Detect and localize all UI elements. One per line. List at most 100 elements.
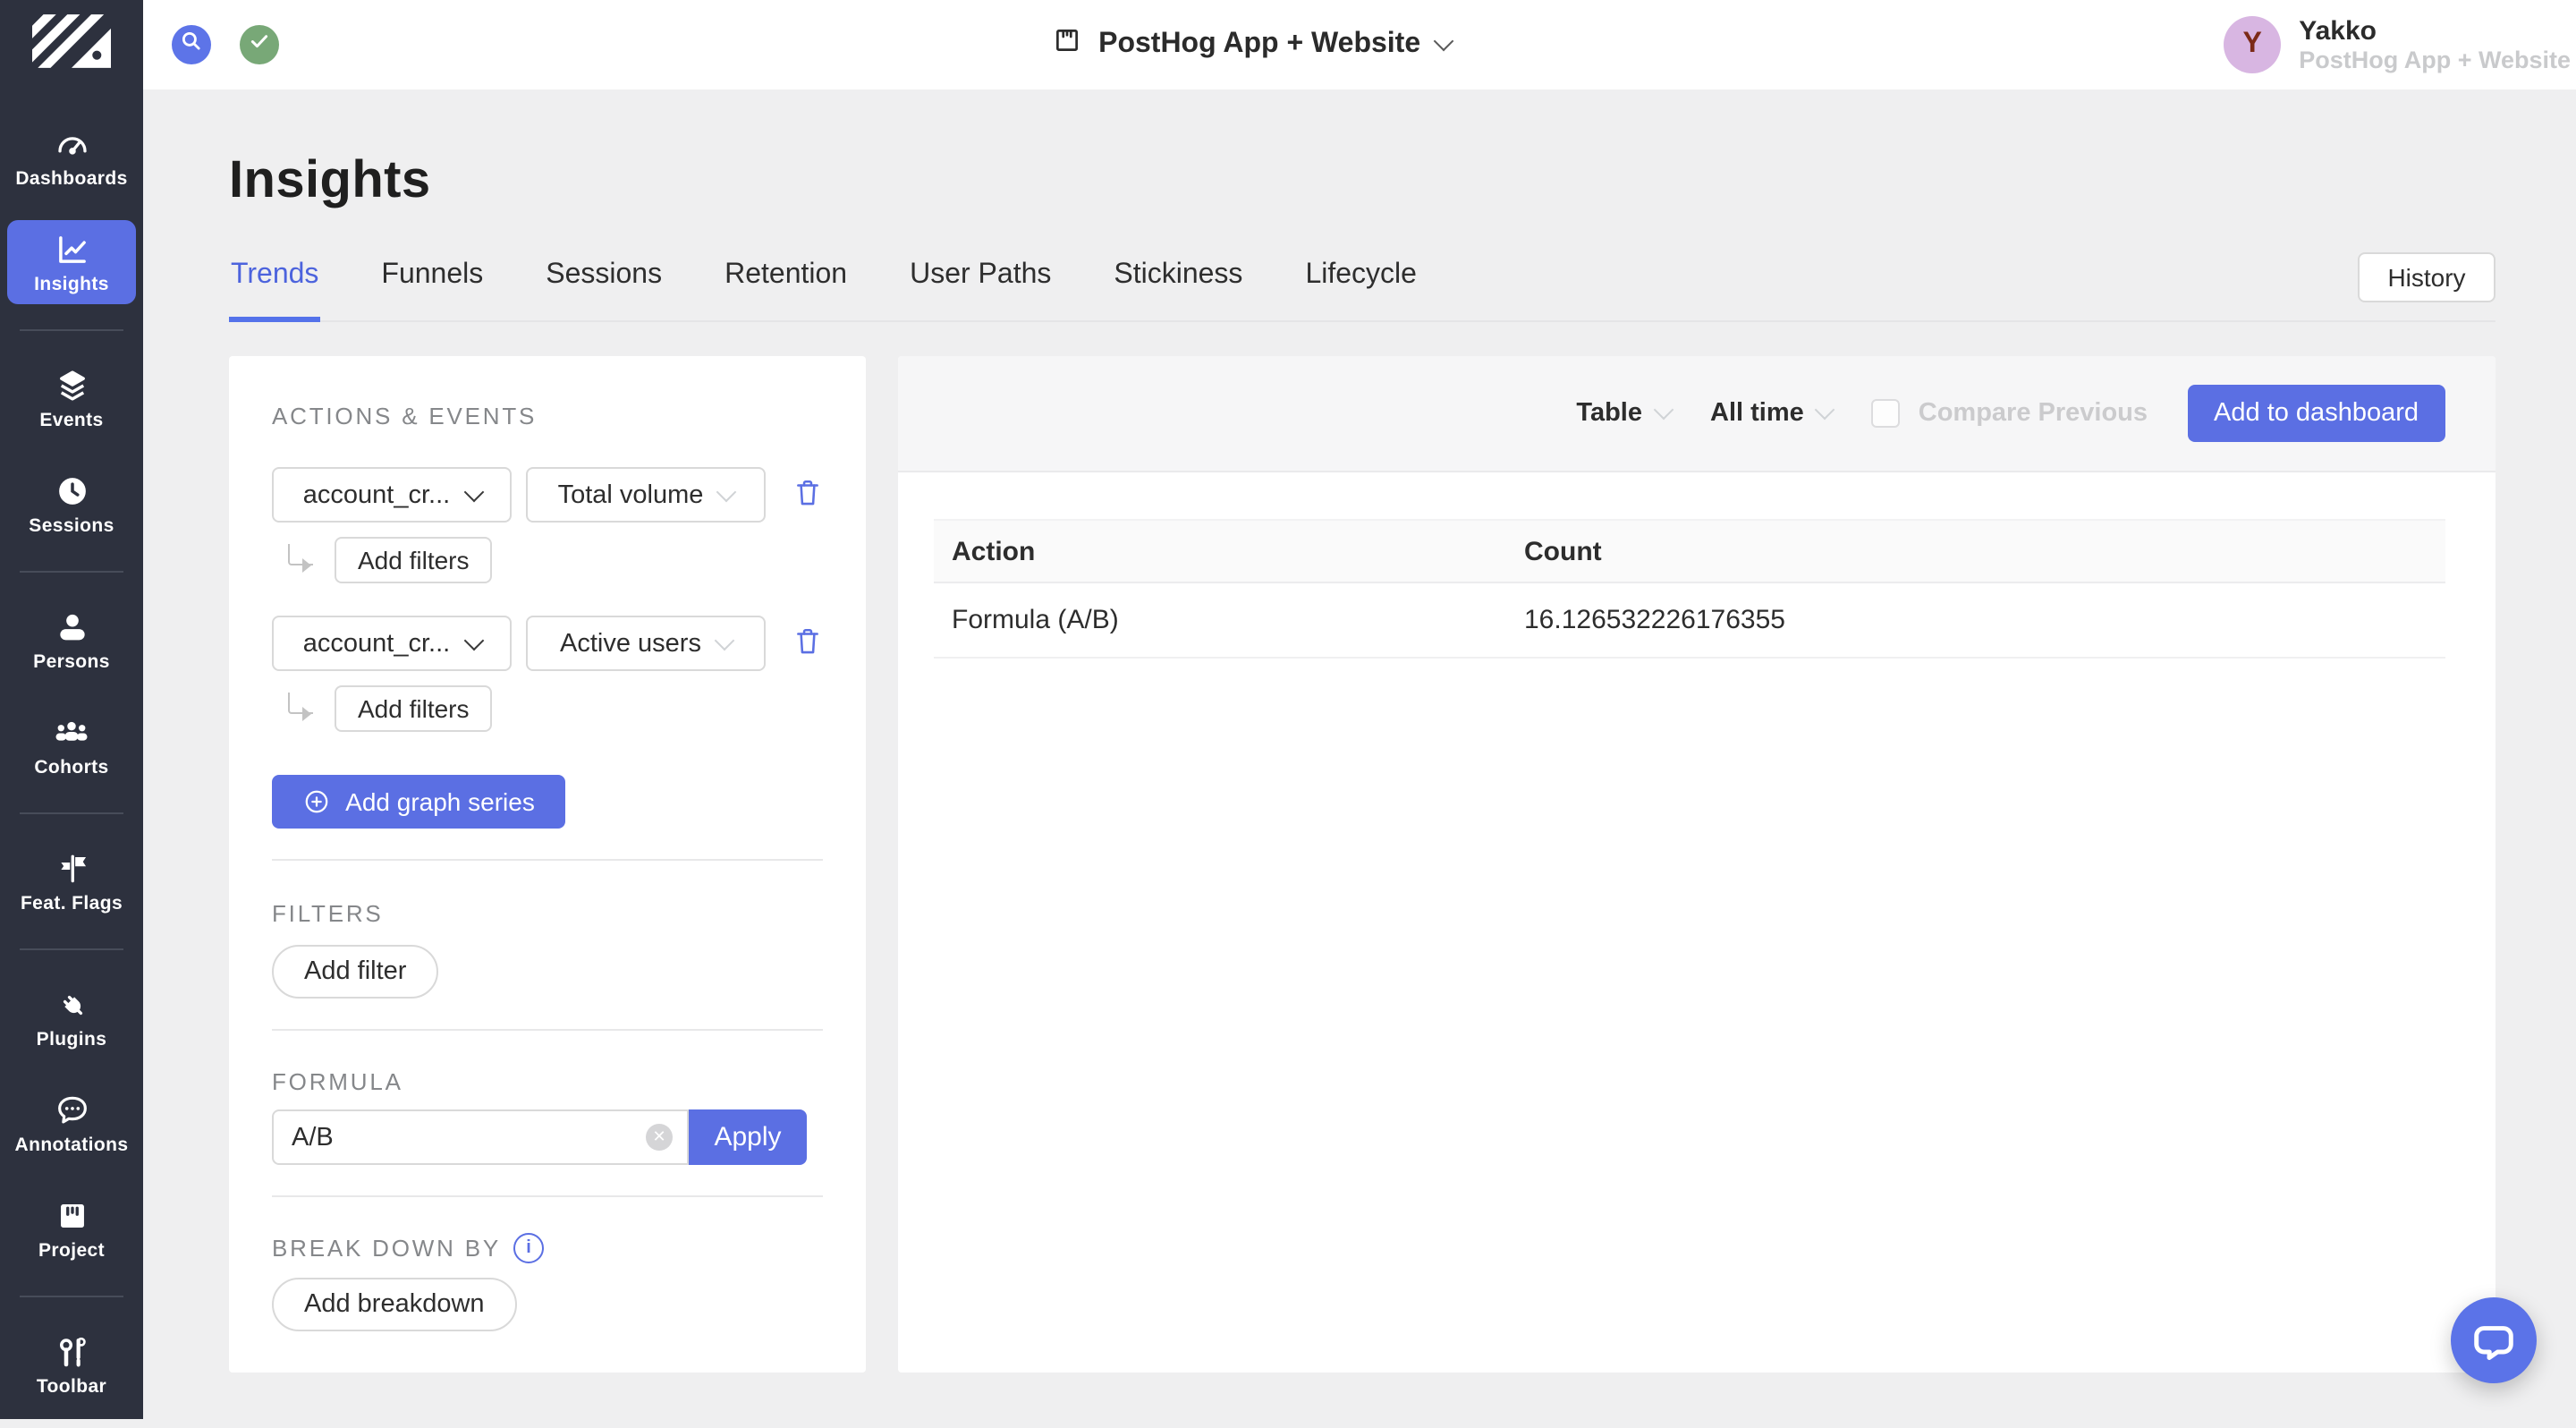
cohorts-icon — [52, 714, 91, 752]
math-select-1-value: Total volume — [558, 480, 704, 509]
sidebar-item-label: Cohorts — [34, 757, 108, 778]
add-filters-button-2[interactable]: Add filters — [335, 685, 493, 732]
posthog-logo[interactable] — [0, 0, 143, 89]
event-select-2[interactable]: account_cr... — [272, 616, 512, 671]
add-graph-series-button[interactable]: Add graph series — [272, 775, 565, 829]
add-to-dashboard-button[interactable]: Add to dashboard — [2187, 385, 2445, 442]
formula-title: FORMULA — [272, 1068, 823, 1095]
sidebar-item-label: Annotations — [15, 1135, 129, 1156]
results-body: Action Count Formula (A/B) 16.1265322261… — [898, 472, 2496, 659]
results-panel: Table All time Compare Previous Add to d… — [898, 356, 2496, 1373]
sidebar-item-events[interactable]: Events — [7, 356, 136, 440]
plus-circle-icon — [302, 787, 331, 816]
add-breakdown-button[interactable]: Add breakdown — [272, 1278, 517, 1331]
sidebar-divider — [20, 571, 123, 573]
math-select-1[interactable]: Total volume — [526, 467, 766, 523]
topbar-left — [143, 25, 279, 64]
sidebar-item-plugins[interactable]: Plugins — [7, 975, 136, 1059]
sidebar-item-persons[interactable]: Persons — [7, 598, 136, 682]
series-row-1: account_cr... Total volume — [272, 467, 823, 523]
series-2-filters: Add filters — [272, 685, 823, 732]
user-menu[interactable]: Y Yakko PostHog App + Website — [2224, 15, 2576, 74]
sidebar-item-insights[interactable]: Insights — [7, 220, 136, 304]
view-type-select[interactable]: Table — [1576, 399, 1671, 428]
results-toolbar: Table All time Compare Previous Add to d… — [898, 356, 2496, 472]
delete-series-1-button[interactable] — [792, 475, 823, 514]
persons-icon — [53, 608, 90, 646]
posthog-hedgehog-icon — [32, 13, 111, 76]
sidebar-item-annotations[interactable]: Annotations — [7, 1081, 136, 1165]
insight-body: ACTIONS & EVENTS account_cr... Total vol… — [229, 356, 2496, 1373]
page-title: Insights — [229, 150, 2496, 211]
tab-lifecycle[interactable]: Lifecycle — [1303, 258, 1419, 320]
sidebar-item-label: Plugins — [37, 1029, 107, 1050]
breakdown-title: BREAK DOWN BY — [272, 1235, 501, 1262]
chevron-down-icon — [715, 630, 735, 650]
chat-launcher-button[interactable] — [2451, 1297, 2537, 1383]
checkmark-icon — [247, 28, 272, 62]
divider — [272, 859, 823, 861]
project-icon — [53, 1197, 90, 1235]
filters-title: FILTERS — [272, 900, 823, 927]
date-range-value: All time — [1710, 399, 1804, 428]
chat-bubble-icon — [2470, 1317, 2517, 1364]
tab-user-paths[interactable]: User Paths — [908, 258, 1053, 320]
user-info: Yakko PostHog App + Website — [2299, 15, 2571, 74]
chevron-down-icon — [1815, 400, 1835, 421]
project-switcher-label: PostHog App + Website — [1098, 29, 1420, 61]
chevron-down-icon — [463, 630, 484, 650]
tab-trends[interactable]: Trends — [229, 258, 320, 322]
tab-funnels[interactable]: Funnels — [379, 258, 485, 320]
sidebar-item-project[interactable]: Project — [7, 1186, 136, 1271]
sidebar-item-cohorts[interactable]: Cohorts — [7, 703, 136, 787]
delete-series-2-button[interactable] — [792, 624, 823, 663]
tab-retention[interactable]: Retention — [723, 258, 849, 320]
compare-previous-checkbox[interactable] — [1872, 399, 1901, 428]
divider — [272, 1029, 823, 1031]
topbar: PostHog App + Website Y Yakko PostHog Ap… — [143, 0, 2576, 89]
sidebar-item-label: Persons — [33, 651, 110, 673]
math-select-2[interactable]: Active users — [526, 616, 766, 671]
formula-row: ✕ Apply — [272, 1109, 823, 1165]
date-range-select[interactable]: All time — [1710, 399, 1833, 428]
series-row-2: account_cr... Active users — [272, 616, 823, 671]
trash-icon — [792, 624, 823, 663]
search-button[interactable] — [172, 25, 211, 64]
formula-input[interactable] — [274, 1111, 687, 1163]
sessions-icon — [53, 472, 90, 510]
sidebar-item-toolbar[interactable]: Toolbar — [7, 1322, 136, 1407]
main-content: Insights History Trends Funnels Sessions… — [143, 89, 2576, 1419]
user-name: Yakko — [2299, 15, 2571, 46]
project-icon — [1052, 25, 1082, 64]
add-filters-button-1[interactable]: Add filters — [335, 537, 493, 583]
table-cell-action: Formula (A/B) — [934, 582, 1506, 658]
event-select-1[interactable]: account_cr... — [272, 467, 512, 523]
event-select-1-value: account_cr... — [303, 480, 450, 509]
info-icon[interactable]: i — [513, 1233, 544, 1263]
actions-events-title: ACTIONS & EVENTS — [272, 403, 823, 429]
sidebar: Dashboards Insights Events — [0, 0, 143, 1419]
topbar-center: PostHog App + Website — [279, 25, 2224, 64]
tab-stickiness[interactable]: Stickiness — [1112, 258, 1244, 320]
sidebar-item-label: Insights — [34, 274, 109, 295]
project-switcher[interactable]: PostHog App + Website — [1052, 25, 1451, 64]
tab-sessions[interactable]: Sessions — [544, 258, 664, 320]
sidebar-nav: Dashboards Insights Events — [0, 89, 143, 1428]
results-table: Action Count Formula (A/B) 16.1265322261… — [934, 519, 2445, 659]
history-button[interactable]: History — [2358, 252, 2496, 302]
math-select-2-value: Active users — [560, 629, 701, 658]
branch-arrow-icon — [288, 543, 313, 565]
event-select-2-value: account_cr... — [303, 629, 450, 658]
apply-formula-button[interactable]: Apply — [689, 1109, 807, 1165]
sidebar-item-sessions[interactable]: Sessions — [7, 462, 136, 546]
clear-input-icon[interactable]: ✕ — [646, 1124, 673, 1151]
trash-icon — [792, 475, 823, 514]
add-filter-button[interactable]: Add filter — [272, 945, 438, 999]
plug-icon — [53, 986, 90, 1024]
compare-previous-option: Compare Previous — [1872, 399, 2148, 428]
chevron-down-icon — [1434, 31, 1454, 52]
sidebar-item-feature-flags[interactable]: Feat. Flags — [7, 839, 136, 923]
sidebar-item-dashboards[interactable]: Dashboards — [7, 115, 136, 199]
status-ok-button[interactable] — [240, 25, 279, 64]
sidebar-divider — [20, 329, 123, 331]
